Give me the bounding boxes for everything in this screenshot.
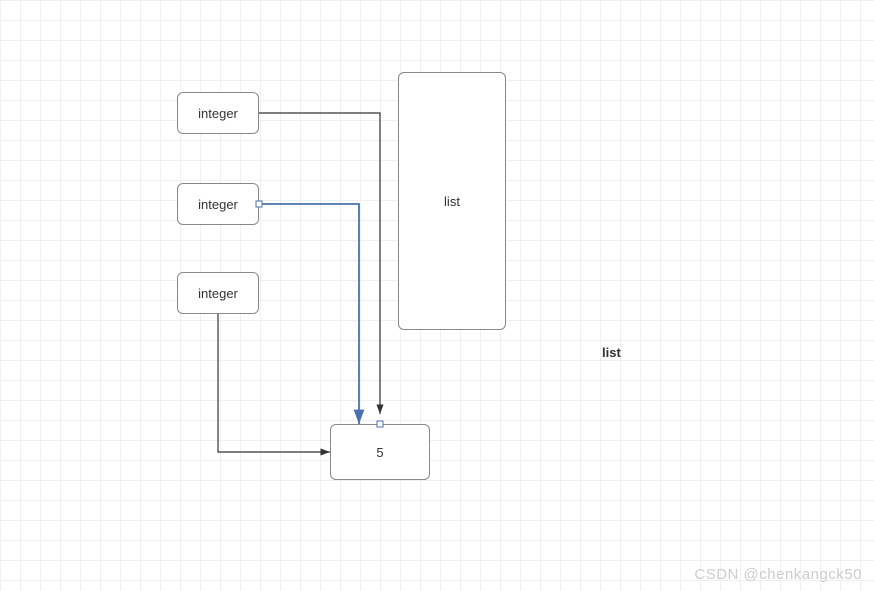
node-label: 5 xyxy=(376,445,383,460)
node-label: integer xyxy=(198,197,238,212)
node-label: list xyxy=(444,194,460,209)
connection-handle[interactable] xyxy=(377,421,384,428)
node-integer-2[interactable]: integer xyxy=(177,183,259,225)
watermark-text: CSDN @chenkangck50 xyxy=(694,566,862,583)
free-label-list[interactable]: list xyxy=(602,345,621,360)
node-label: integer xyxy=(198,106,238,121)
connection-handle[interactable] xyxy=(256,201,263,208)
watermark: CSDN @chenkangck50 xyxy=(694,566,862,583)
node-five[interactable]: 5 xyxy=(330,424,430,480)
node-integer-3[interactable]: integer xyxy=(177,272,259,314)
node-integer-1[interactable]: integer xyxy=(177,92,259,134)
node-label: integer xyxy=(198,286,238,301)
node-list[interactable]: list xyxy=(398,72,506,330)
free-label-text: list xyxy=(602,345,621,360)
